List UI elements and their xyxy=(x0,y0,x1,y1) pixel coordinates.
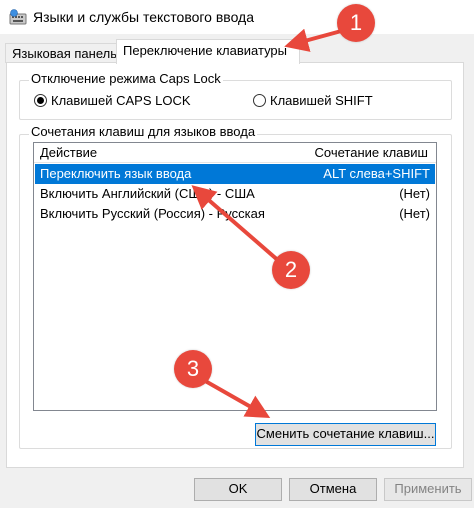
annotation-marker-1: 1 xyxy=(337,4,375,42)
apply-button: Применить xyxy=(384,478,472,501)
caps-lock-legend: Отключение режима Caps Lock xyxy=(29,71,223,86)
cancel-button[interactable]: Отмена xyxy=(289,478,377,501)
radio-caps-lock-label: Клавишей CAPS LOCK xyxy=(51,92,191,108)
radio-shift-label: Клавишей SHIFT xyxy=(270,92,373,108)
radio-shift[interactable]: Клавишей SHIFT xyxy=(253,91,373,109)
window-title: Языки и службы текстового ввода xyxy=(33,9,255,25)
tab-language-bar[interactable]: Языковая панель xyxy=(5,43,127,63)
change-hotkey-button[interactable]: Сменить сочетание клавиш... xyxy=(255,423,436,446)
ok-button[interactable]: OK xyxy=(194,478,282,501)
radio-caps-lock[interactable]: Клавишей CAPS LOCK xyxy=(34,91,191,109)
list-item[interactable]: Переключить язык ввода ALT слева+SHIFT xyxy=(35,164,435,184)
row-action: Включить Русский (Россия) - Русская xyxy=(40,206,265,221)
column-header-combo[interactable]: Сочетание клавиш xyxy=(315,145,428,160)
hotkeys-legend: Сочетания клавиш для языков ввода xyxy=(29,124,258,139)
radio-unchecked-icon[interactable] xyxy=(253,93,266,107)
tab-keyboard-switch[interactable]: Переключение клавиатуры xyxy=(116,39,300,64)
title-bar: Языки и службы текстового ввода xyxy=(0,0,474,34)
keyboard-language-icon xyxy=(9,9,27,25)
hotkeys-list[interactable]: Действие Сочетание клавиш Переключить яз… xyxy=(33,142,437,411)
list-header: Действие Сочетание клавиш xyxy=(34,143,436,163)
row-combo: (Нет) xyxy=(399,206,430,221)
row-combo: (Нет) xyxy=(399,186,430,201)
row-action: Включить Английский (США) - США xyxy=(40,186,255,201)
annotation-marker-2: 2 xyxy=(272,251,310,289)
list-item[interactable]: Включить Английский (США) - США (Нет) xyxy=(35,184,435,204)
list-item[interactable]: Включить Русский (Россия) - Русская (Нет… xyxy=(35,204,435,224)
row-action: Переключить язык ввода xyxy=(40,166,192,181)
radio-checked-icon[interactable] xyxy=(34,93,47,107)
column-header-action[interactable]: Действие xyxy=(40,145,97,160)
row-combo: ALT слева+SHIFT xyxy=(323,166,430,181)
annotation-marker-3: 3 xyxy=(174,350,212,388)
